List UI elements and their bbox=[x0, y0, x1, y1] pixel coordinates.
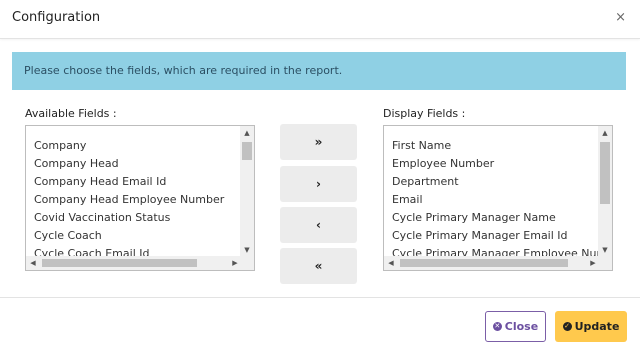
times-circle-icon: ✕ bbox=[492, 321, 502, 331]
horizontal-scrollbar[interactable]: ◀ ▶ bbox=[384, 256, 600, 270]
add-button[interactable]: › bbox=[280, 166, 357, 202]
available-fields-label: Available Fields : bbox=[25, 107, 117, 120]
list-item[interactable]: Company Head Employee Number bbox=[34, 191, 224, 209]
list-item[interactable]: Company Head Email Id bbox=[34, 173, 224, 191]
scrollbar-corner bbox=[598, 255, 612, 270]
list-item[interactable]: Covid Vaccination Status bbox=[34, 209, 224, 227]
horizontal-scroll-thumb[interactable] bbox=[42, 259, 197, 267]
info-banner: Please choose the fields, which are requ… bbox=[12, 52, 626, 90]
scroll-left-arrow-icon[interactable]: ◀ bbox=[26, 256, 40, 270]
horizontal-scroll-thumb[interactable] bbox=[400, 259, 568, 267]
scroll-up-arrow-icon[interactable]: ▲ bbox=[598, 126, 612, 140]
info-message: Please choose the fields, which are requ… bbox=[24, 64, 343, 77]
close-x-icon[interactable]: × bbox=[615, 10, 626, 25]
list-item[interactable]: Cycle Primary Manager Email Id bbox=[392, 227, 612, 245]
list-item[interactable]: Company Head bbox=[34, 155, 224, 173]
list-item[interactable]: Cycle Coach bbox=[34, 227, 224, 245]
update-button-label: Update bbox=[574, 320, 620, 333]
list-item[interactable]: Department bbox=[392, 173, 612, 191]
vertical-scroll-thumb[interactable] bbox=[242, 142, 252, 160]
dialog-title: Configuration bbox=[12, 10, 101, 25]
configuration-dialog: Configuration × Please choose the fields… bbox=[0, 0, 640, 353]
scrollbar-corner bbox=[240, 255, 254, 270]
check-circle-icon: ✓ bbox=[562, 321, 572, 331]
scroll-up-arrow-icon[interactable]: ▲ bbox=[240, 126, 254, 140]
vertical-scrollbar[interactable]: ▲ ▼ bbox=[240, 126, 254, 257]
display-fields-label: Display Fields : bbox=[383, 107, 466, 120]
dialog-header: Configuration × bbox=[0, 0, 640, 39]
list-item[interactable]: Email bbox=[392, 191, 612, 209]
remove-all-button[interactable]: « bbox=[280, 248, 357, 284]
vertical-scroll-thumb[interactable] bbox=[600, 142, 610, 204]
update-button[interactable]: ✓ Update bbox=[555, 311, 627, 342]
display-fields-list[interactable]: First Name Employee Number Department Em… bbox=[383, 125, 613, 271]
scroll-left-arrow-icon[interactable]: ◀ bbox=[384, 256, 398, 270]
available-fields-list[interactable]: Company Company Head Company Head Email … bbox=[25, 125, 255, 271]
list-item[interactable]: Company bbox=[34, 137, 224, 155]
vertical-scrollbar[interactable]: ▲ ▼ bbox=[598, 126, 612, 257]
add-all-button[interactable]: » bbox=[280, 124, 357, 160]
close-button[interactable]: ✕ Close bbox=[485, 311, 546, 342]
list-item[interactable]: Cycle Primary Manager Name bbox=[392, 209, 612, 227]
remove-button[interactable]: ‹ bbox=[280, 207, 357, 243]
list-item[interactable]: Employee Number bbox=[392, 155, 612, 173]
horizontal-scrollbar[interactable]: ◀ ▶ bbox=[26, 256, 242, 270]
close-button-label: Close bbox=[504, 320, 539, 333]
list-item[interactable]: First Name bbox=[392, 137, 612, 155]
